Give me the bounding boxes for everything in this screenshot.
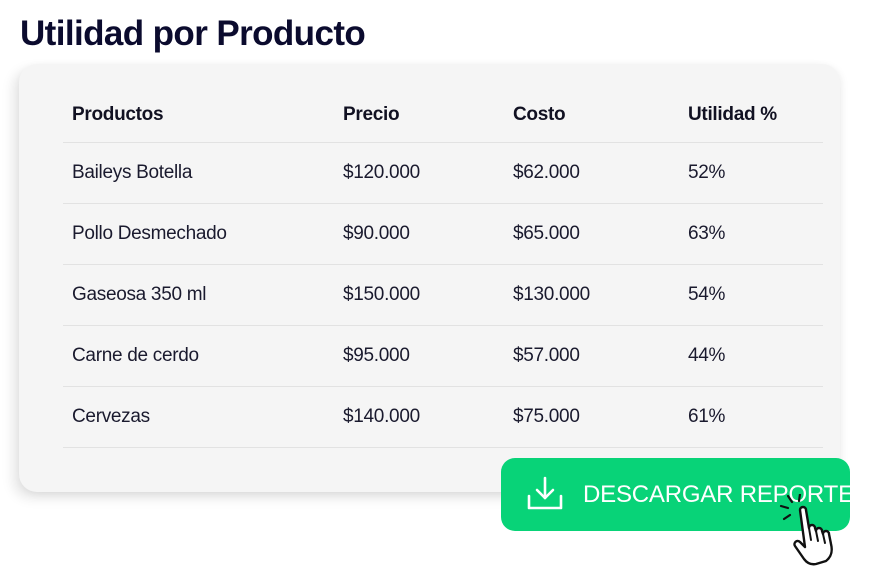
profit-cell: 63% bbox=[688, 223, 726, 244]
price-cell: $140.000 bbox=[343, 406, 420, 427]
price-cell: $90.000 bbox=[343, 223, 410, 244]
product-name-cell: Pollo Desmechado bbox=[72, 223, 227, 244]
table-row: Cervezas $140.000 $75.000 61% bbox=[63, 387, 823, 448]
table-row: Carne de cerdo $95.000 $57.000 44% bbox=[63, 326, 823, 387]
table-row: Pollo Desmechado $90.000 $65.000 63% bbox=[63, 204, 823, 265]
report-card: Productos Precio Costo Utilidad % Bailey… bbox=[19, 64, 840, 492]
product-name-cell: Cervezas bbox=[72, 406, 150, 427]
price-cell: $120.000 bbox=[343, 162, 420, 183]
column-header-utilidad: Utilidad % bbox=[688, 104, 777, 125]
product-name-cell: Gaseosa 350 ml bbox=[72, 284, 207, 305]
hand-pointer-icon bbox=[779, 494, 833, 566]
table-row: Baileys Botella $120.000 $62.000 52% bbox=[63, 143, 823, 204]
column-header-precio: Precio bbox=[343, 104, 400, 125]
column-header-costo: Costo bbox=[513, 104, 566, 125]
table-row: Gaseosa 350 ml $150.000 $130.000 54% bbox=[63, 265, 823, 326]
price-cell: $95.000 bbox=[343, 345, 410, 366]
profit-cell: 44% bbox=[688, 345, 726, 366]
download-icon bbox=[527, 476, 563, 510]
cost-cell: $75.000 bbox=[513, 406, 580, 427]
profit-cell: 52% bbox=[688, 162, 726, 183]
cost-cell: $65.000 bbox=[513, 223, 580, 244]
profit-cell: 54% bbox=[688, 284, 726, 305]
column-header-productos: Productos bbox=[72, 104, 164, 125]
profit-cell: 61% bbox=[688, 406, 726, 427]
profit-table: Productos Precio Costo Utilidad % Bailey… bbox=[63, 88, 823, 448]
cost-cell: $130.000 bbox=[513, 284, 590, 305]
product-name-cell: Baileys Botella bbox=[72, 162, 193, 183]
page-title: Utilidad por Producto bbox=[20, 14, 366, 53]
cost-cell: $57.000 bbox=[513, 345, 580, 366]
cost-cell: $62.000 bbox=[513, 162, 580, 183]
price-cell: $150.000 bbox=[343, 284, 420, 305]
page: Utilidad por Producto Productos Precio C… bbox=[0, 0, 878, 575]
product-name-cell: Carne de cerdo bbox=[72, 345, 199, 366]
table-header-row: Productos Precio Costo Utilidad % bbox=[63, 88, 823, 143]
